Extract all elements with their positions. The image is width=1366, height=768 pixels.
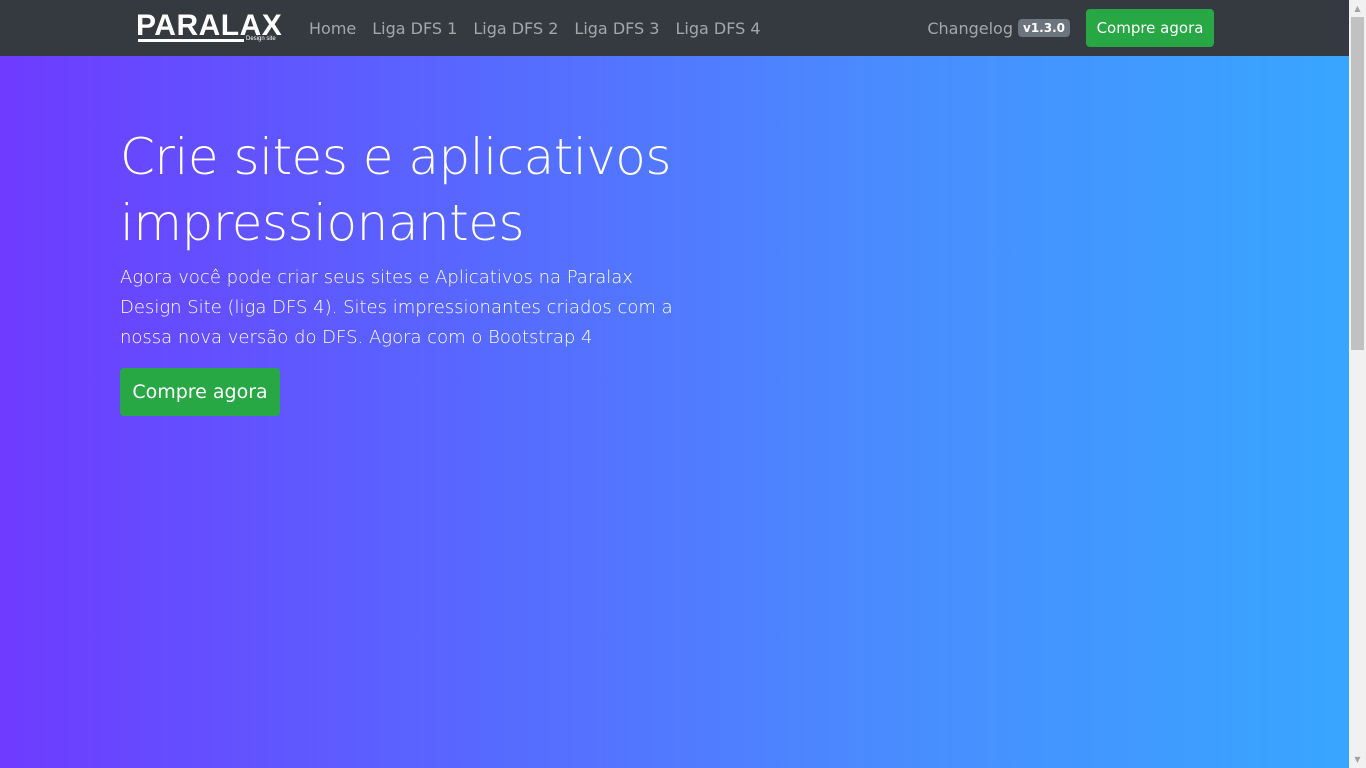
brand-underline <box>138 39 244 42</box>
version-badge: v1.3.0 <box>1018 19 1070 37</box>
nav-link-liga-dfs-3[interactable]: Liga DFS 3 <box>566 19 667 38</box>
navbar: PARALAX Design site Home Liga DFS 1 Liga… <box>0 0 1349 56</box>
scrollbar-thumb[interactable] <box>1351 17 1364 350</box>
hero-section: Crie sites e aplicativos impressionantes… <box>0 56 1349 768</box>
changelog-link[interactable]: Changelog v1.3.0 <box>927 19 1070 38</box>
brand-logo[interactable]: PARALAX Design site <box>136 9 284 45</box>
nav-buy-button[interactable]: Compre agora <box>1086 9 1214 47</box>
nav-link-liga-dfs-2[interactable]: Liga DFS 2 <box>465 19 566 38</box>
hero-buy-button[interactable]: Compre agora <box>120 368 280 416</box>
scroll-up-arrow-icon[interactable]: ▲ <box>1349 0 1366 17</box>
nav-links: Home Liga DFS 1 Liga DFS 2 Liga DFS 3 Li… <box>301 0 769 56</box>
page: PARALAX Design site Home Liga DFS 1 Liga… <box>0 0 1366 768</box>
hero-title: Crie sites e aplicativos impressionantes <box>120 128 671 252</box>
nav-link-liga-dfs-1[interactable]: Liga DFS 1 <box>364 19 465 38</box>
nav-right: Changelog v1.3.0 Compre agora <box>927 0 1214 56</box>
nav-link-home[interactable]: Home <box>301 19 364 38</box>
nav-link-liga-dfs-4[interactable]: Liga DFS 4 <box>667 19 768 38</box>
changelog-label: Changelog <box>927 18 1013 38</box>
hero-lead: Agora você pode criar seus sites e Aplic… <box>120 267 673 348</box>
scroll-down-arrow-icon[interactable]: ▼ <box>1349 751 1366 768</box>
brand-tagline: Design site <box>246 36 276 42</box>
vertical-scrollbar[interactable]: ▲ ▼ <box>1349 0 1366 768</box>
